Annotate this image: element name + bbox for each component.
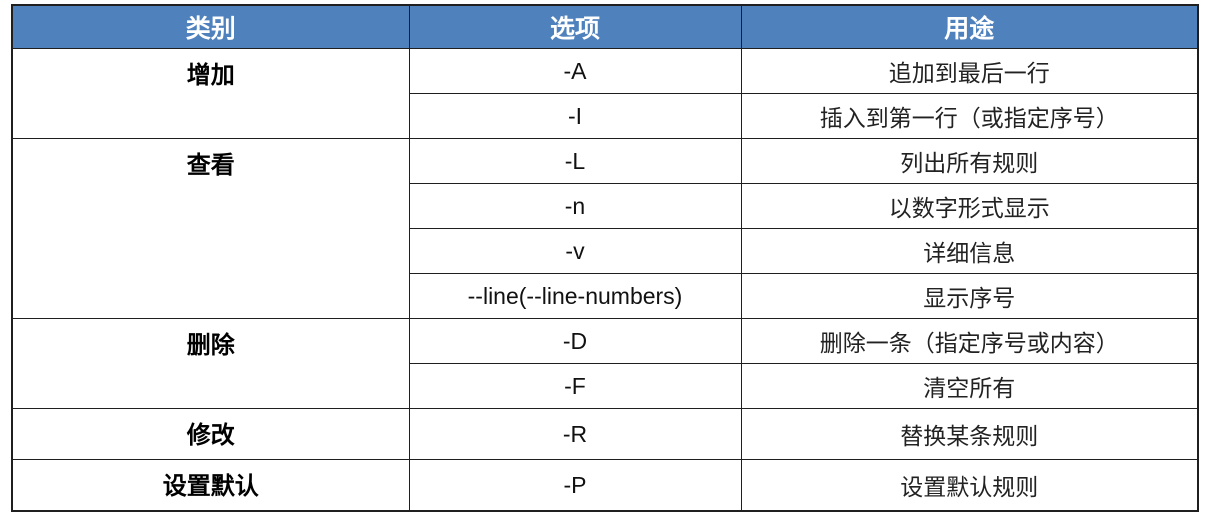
purpose-cell: 追加到最后一行 (740, 48, 1199, 94)
category-cell-delete: 删除 (11, 318, 410, 409)
purpose-cell: 显示序号 (740, 273, 1199, 319)
header-option: 选项 (408, 4, 742, 49)
table-row: 设置默认 -P 设置默认规则 (11, 459, 1199, 512)
option-cell: -L (408, 138, 742, 184)
category-cell-view: 查看 (11, 138, 410, 319)
option-cell: -I (408, 93, 742, 139)
iptables-options-table-container: 类别 选项 用途 增加 -A 追加到最后一行 -I 插入到第一行（或指定序号） … (11, 4, 1199, 512)
category-cell-modify: 修改 (11, 408, 410, 460)
iptables-options-table: 类别 选项 用途 增加 -A 追加到最后一行 -I 插入到第一行（或指定序号） … (11, 4, 1199, 512)
option-cell: -R (408, 408, 742, 460)
table-row: 增加 -A 追加到最后一行 (11, 48, 1199, 139)
option-cell: -v (408, 228, 742, 274)
table-body: 增加 -A 追加到最后一行 -I 插入到第一行（或指定序号） 查看 -L 列出所… (11, 48, 1199, 512)
purpose-cell: 插入到第一行（或指定序号） (740, 93, 1199, 139)
purpose-cell: 清空所有 (740, 363, 1199, 409)
purpose-cell: 以数字形式显示 (740, 183, 1199, 229)
option-cell: -n (408, 183, 742, 229)
header-category: 类别 (11, 4, 410, 49)
table-row: 修改 -R 替换某条规则 (11, 408, 1199, 460)
category-cell-add: 增加 (11, 48, 410, 139)
purpose-cell: 详细信息 (740, 228, 1199, 274)
table-row: 删除 -D 删除一条（指定序号或内容） (11, 318, 1199, 409)
header-row: 类别 选项 用途 (11, 4, 1199, 49)
purpose-cell: 替换某条规则 (740, 408, 1199, 460)
option-cell: -D (408, 318, 742, 364)
option-cell: -P (408, 459, 742, 512)
table-row: 查看 -L 列出所有规则 (11, 138, 1199, 319)
purpose-cell: 设置默认规则 (740, 459, 1199, 512)
purpose-cell: 列出所有规则 (740, 138, 1199, 184)
header-purpose: 用途 (740, 4, 1199, 49)
option-cell: --line(--line-numbers) (408, 273, 742, 319)
table-header: 类别 选项 用途 (11, 4, 1199, 49)
option-cell: -F (408, 363, 742, 409)
purpose-cell: 删除一条（指定序号或内容） (740, 318, 1199, 364)
category-cell-set-default: 设置默认 (11, 459, 410, 512)
option-cell: -A (408, 48, 742, 94)
